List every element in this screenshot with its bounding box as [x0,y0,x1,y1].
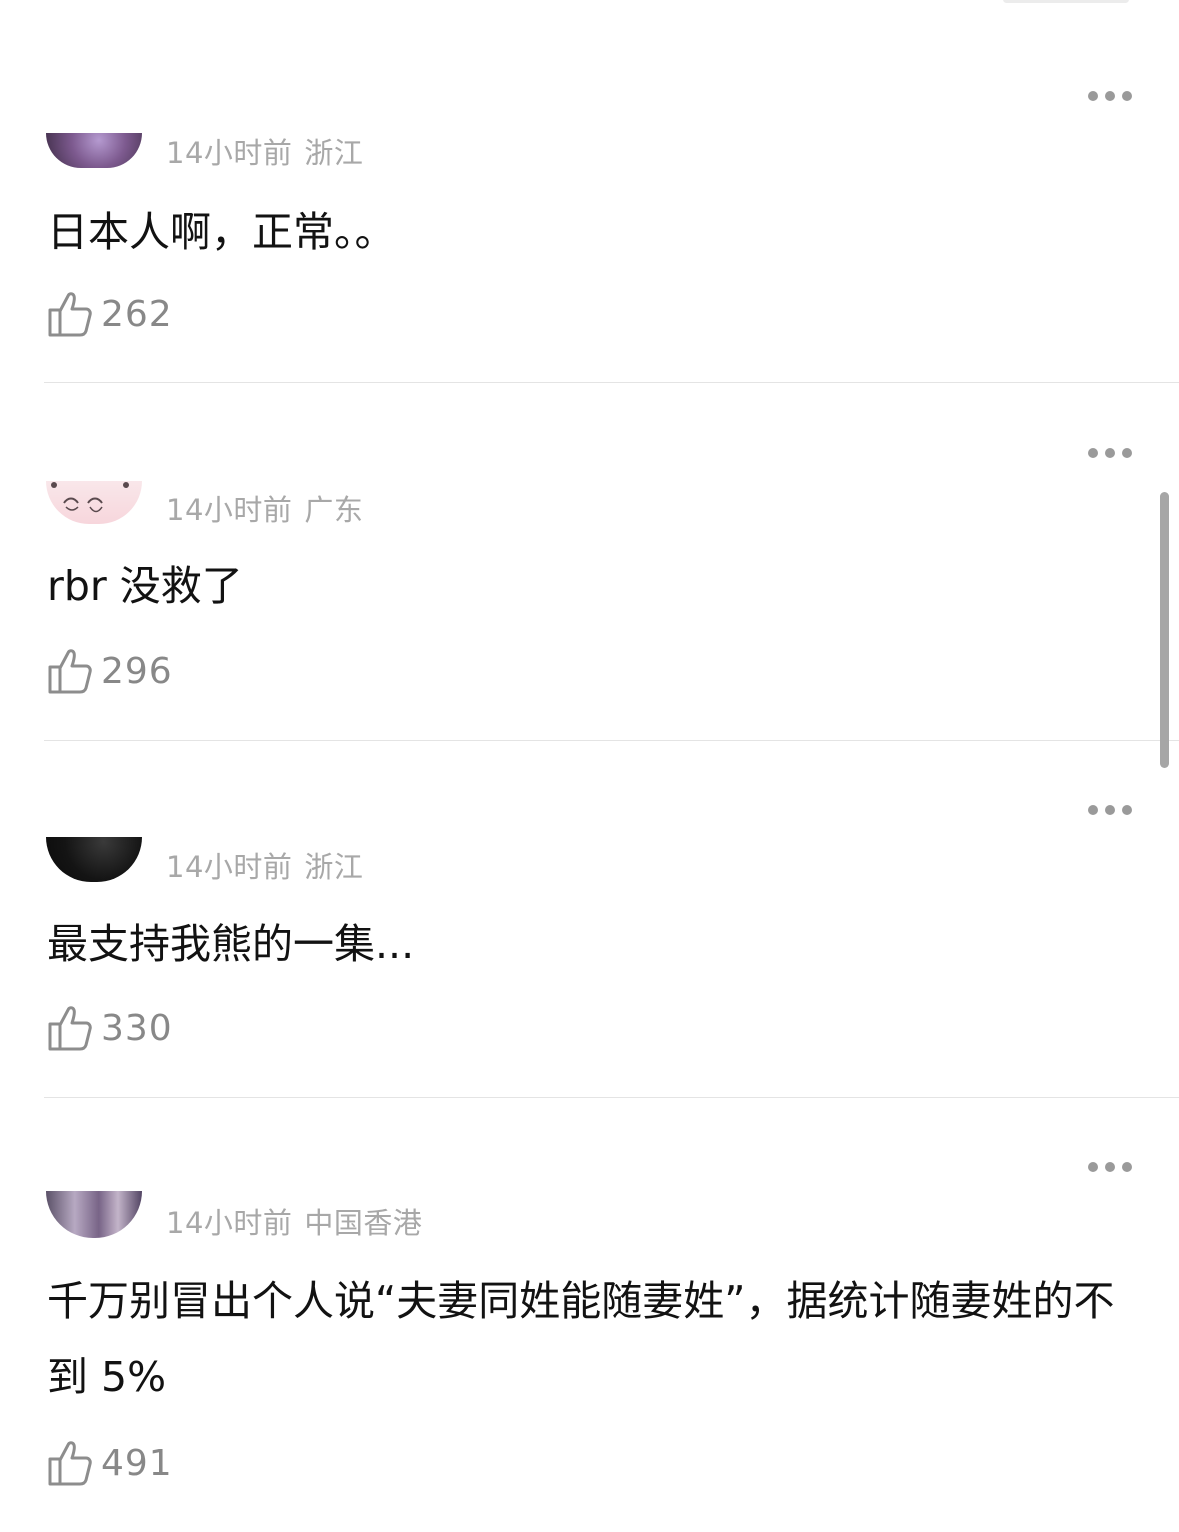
avatar[interactable] [46,837,142,882]
like-count: 491 [101,1442,173,1484]
more-dots-icon [1122,1162,1132,1172]
thumbs-up-icon [48,292,92,337]
comment-region: 浙江 [304,850,364,884]
more-dots-icon [1088,448,1098,458]
comment-time: 14小时前 [166,493,293,527]
divider [44,740,1179,741]
comment-text: rbr 没救了 [47,562,243,610]
more-dots-icon [1105,805,1115,815]
more-dots-icon [1105,1162,1115,1172]
more-dots-icon [1088,1162,1098,1172]
comment-region: 浙江 [304,136,364,170]
like-button[interactable]: 262 [47,289,173,339]
comment-meta: 14小时前 中国香港 [166,1200,422,1242]
like-button[interactable]: 491 [47,1438,173,1488]
more-dots-icon [1105,91,1115,101]
comment-text: 千万别冒出个人说“夫妻同姓能随妻姓”，据统计随妻姓的不到 5% [47,1277,1115,1401]
comment-text: 日本人啊，正常。。 [47,208,396,256]
like-count: 296 [101,650,173,692]
thumbs-up-icon [48,1441,92,1486]
like-button[interactable]: 330 [47,1003,173,1053]
thumbs-up-icon [48,1006,92,1051]
comment-meta: 14小时前 浙江 [166,130,363,172]
divider [44,382,1179,383]
divider [44,1097,1179,1098]
scrollbar[interactable] [1160,492,1169,768]
like-count: 330 [101,1007,173,1049]
like-button[interactable]: 296 [47,646,173,696]
more-dots-icon [1088,91,1098,101]
comment-text: 最支持我熊的一集... [47,920,415,968]
like-count: 262 [101,293,173,335]
thumbs-up-icon [48,649,92,694]
avatar[interactable] [46,1191,142,1238]
top-indicator [1003,0,1129,3]
more-dots-icon [1122,805,1132,815]
comment-region: 中国香港 [304,1206,423,1240]
more-dots-icon [1088,805,1098,815]
avatar[interactable] [46,133,142,168]
more-dots-icon [1122,91,1132,101]
comment-meta: 14小时前 广东 [166,487,363,529]
comment-time: 14小时前 [166,136,293,170]
more-options-button[interactable] [1084,82,1136,110]
more-options-button[interactable] [1084,1153,1136,1181]
more-dots-icon [1105,448,1115,458]
avatar[interactable] [46,481,142,524]
comment-time: 14小时前 [166,1206,293,1240]
more-dots-icon [1122,448,1132,458]
comment-time: 14小时前 [166,850,293,884]
comment-meta: 14小时前 浙江 [166,844,363,886]
more-options-button[interactable] [1084,796,1136,824]
cartoon-face-icon [51,482,129,513]
more-options-button[interactable] [1084,439,1136,467]
comment-region: 广东 [304,493,364,527]
